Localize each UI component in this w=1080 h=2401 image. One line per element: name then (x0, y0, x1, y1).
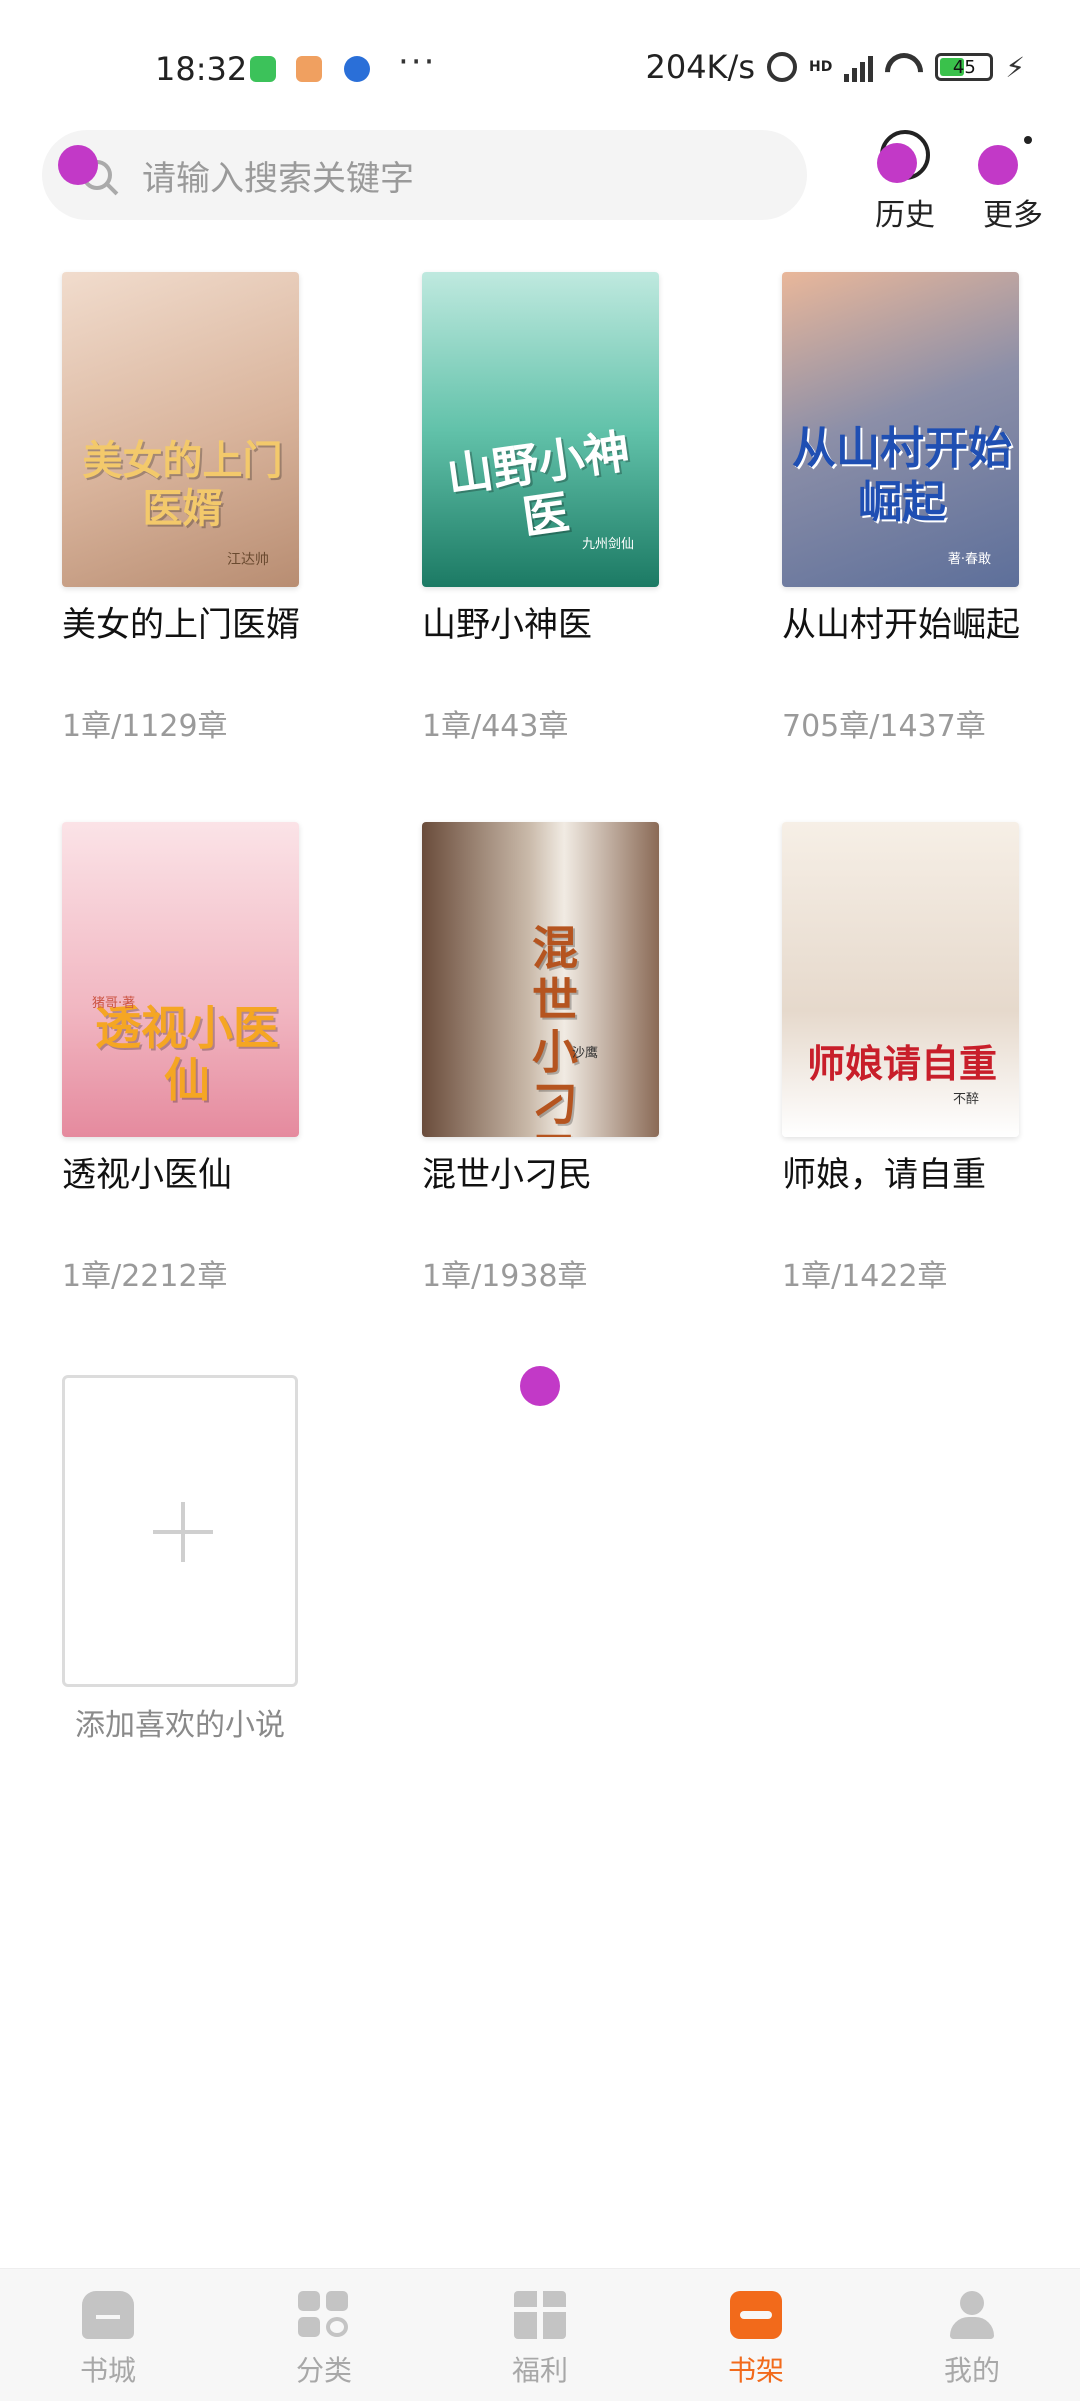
book-item[interactable]: 师娘请自重 不醉 师娘，请自重 1章/1422章 (782, 822, 1022, 1295)
touch-indicator (877, 143, 917, 183)
battery-level: 45 (952, 56, 976, 78)
nav-item-category[interactable]: 分类 (216, 2269, 432, 2401)
cover-author: 江达帅 (227, 552, 269, 568)
cover-author: 猪哥·著 (92, 996, 136, 1011)
touch-indicator (58, 145, 98, 185)
nav-label: 我的 (943, 2354, 1000, 2387)
app-notification-icon (344, 56, 370, 82)
cover-title: 透视小医仙 (95, 1001, 279, 1107)
search-placeholder: 请输入搜索关键字 (142, 158, 414, 199)
cover-title: 美女的上门医婿 (82, 437, 283, 532)
cover-author: 沙鹰 (572, 1046, 599, 1061)
plus-icon (181, 1502, 185, 1562)
nav-item-bookstore[interactable]: 书城 (0, 2269, 216, 2401)
more-button[interactable]: 更多 (968, 130, 1058, 234)
app-notification-icon (250, 56, 276, 82)
cover-title: 混世小刁民 (532, 921, 578, 1137)
book-progress: 1章/2212章 (62, 1259, 228, 1294)
book-progress: 1章/1938章 (422, 1259, 588, 1294)
book-cover[interactable]: 从山村开始崛起 著·春敢 (782, 272, 1019, 587)
profile-icon (946, 2291, 998, 2339)
nav-item-profile[interactable]: 我的 (864, 2269, 1080, 2401)
nav-label: 书架 (727, 2354, 784, 2387)
book-item[interactable]: 美女的上门医婿 江达帅 美女的上门医婿 1章/1129章 (62, 272, 302, 745)
book-item[interactable]: 山野小神医 九州剑仙 山野小神医 1章/443章 (422, 272, 662, 745)
book-progress: 1章/443章 (422, 709, 569, 744)
cover-author: 不醉 (952, 1092, 979, 1107)
search-input[interactable]: 请输入搜索关键字 (42, 130, 807, 220)
status-more-icon: ··· (398, 42, 437, 82)
touch-indicator (520, 1366, 560, 1406)
wifi-icon (885, 53, 923, 81)
book-item[interactable]: 混世小刁民 沙鹰 混世小刁民 1章/1938章 (422, 822, 662, 1295)
bottom-nav: 书城 分类 福利 书架 我的 (0, 2268, 1080, 2401)
signal-icon (844, 52, 874, 82)
more-label: 更多 (983, 198, 1043, 233)
book-progress: 705章/1437章 (782, 709, 986, 744)
book-cover[interactable]: 美女的上门医婿 江达帅 (62, 272, 299, 587)
app-notification-icon (296, 56, 322, 82)
book-title: 透视小医仙 (62, 1155, 232, 1195)
gift-icon (514, 2291, 566, 2339)
nav-item-welfare[interactable]: 福利 (432, 2269, 648, 2401)
book-title: 混世小刁民 (422, 1155, 592, 1195)
cover-title: 从山村开始崛起 (792, 423, 1012, 528)
book-progress: 1章/1129章 (62, 709, 228, 744)
network-speed: 204K/s (645, 48, 755, 86)
book-cover[interactable]: 透视小医仙 猪哥·著 (62, 822, 299, 1137)
battery-icon: 45 (935, 53, 994, 81)
nav-label: 福利 (511, 2354, 568, 2387)
nav-label: 分类 (295, 2354, 352, 2387)
book-title: 美女的上门医婿 (62, 605, 300, 645)
history-label: 历史 (875, 198, 935, 233)
cover-author: 著·春敢 (947, 552, 991, 567)
alarm-icon (766, 52, 797, 82)
status-right: 204K/s HD 45 ⚡ (645, 48, 1025, 86)
book-cover[interactable]: 山野小神医 九州剑仙 (422, 272, 659, 587)
status-time: 18:32 (155, 50, 248, 88)
hd-badge: HD (808, 59, 833, 75)
book-cover[interactable]: 混世小刁民 沙鹰 (422, 822, 659, 1137)
bookshelf-icon (730, 2291, 782, 2339)
status-bar: 18:32 ··· 204K/s HD 45 ⚡ (0, 0, 1080, 140)
book-item[interactable]: 透视小医仙 猪哥·著 透视小医仙 1章/2212章 (62, 822, 302, 1295)
add-book-button[interactable] (62, 1375, 298, 1687)
book-progress: 1章/1422章 (782, 1259, 948, 1294)
nav-item-bookshelf[interactable]: 书架 (648, 2269, 864, 2401)
book-title: 从山村开始崛起 (782, 605, 1020, 645)
cover-title: 师娘请自重 (806, 1041, 997, 1086)
add-book-label: 添加喜欢的小说 (75, 1708, 285, 1743)
book-title: 山野小神医 (422, 605, 592, 645)
book-item[interactable]: 从山村开始崛起 著·春敢 从山村开始崛起 705章/1437章 (782, 272, 1022, 745)
nav-label: 书城 (79, 2354, 136, 2387)
book-cover[interactable]: 师娘请自重 不醉 (782, 822, 1019, 1137)
cover-author: 九州剑仙 (581, 537, 634, 552)
touch-indicator (978, 145, 1018, 185)
category-icon (298, 2291, 350, 2339)
charging-icon: ⚡ (1005, 50, 1025, 84)
bookstore-icon (82, 2291, 134, 2339)
book-title: 师娘，请自重 (782, 1155, 986, 1195)
